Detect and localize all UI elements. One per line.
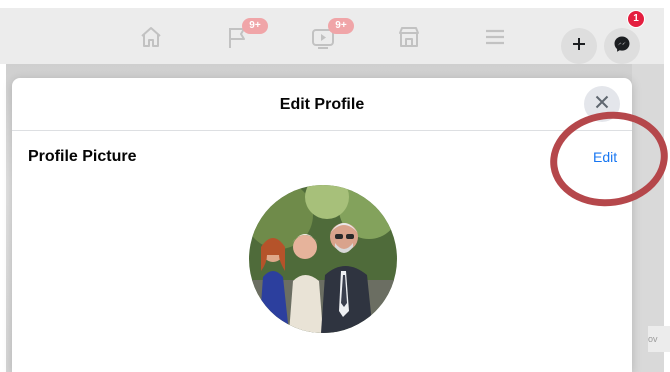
home-icon[interactable] <box>136 22 166 52</box>
top-nav-bar: 9+ 9+ <box>0 8 664 64</box>
messenger-badge: 1 <box>627 10 645 28</box>
messenger-button[interactable] <box>604 28 640 64</box>
profile-picture[interactable] <box>249 185 397 333</box>
header-divider <box>12 130 632 131</box>
backdrop-text-fragment: ov <box>648 326 670 352</box>
create-button[interactable] <box>561 28 597 64</box>
dialog-title: Edit Profile <box>279 96 365 113</box>
profile-picture-heading: Profile Picture <box>28 148 137 165</box>
store-icon[interactable] <box>394 22 424 52</box>
hamburger-icon[interactable] <box>480 22 510 52</box>
plus-icon <box>571 36 587 57</box>
watch-badge: 9+ <box>328 18 354 34</box>
edit-profile-dialog: Edit Profile Profile Picture Edit <box>12 78 632 372</box>
pages-badge: 9+ <box>242 18 268 34</box>
messenger-icon <box>613 35 631 58</box>
